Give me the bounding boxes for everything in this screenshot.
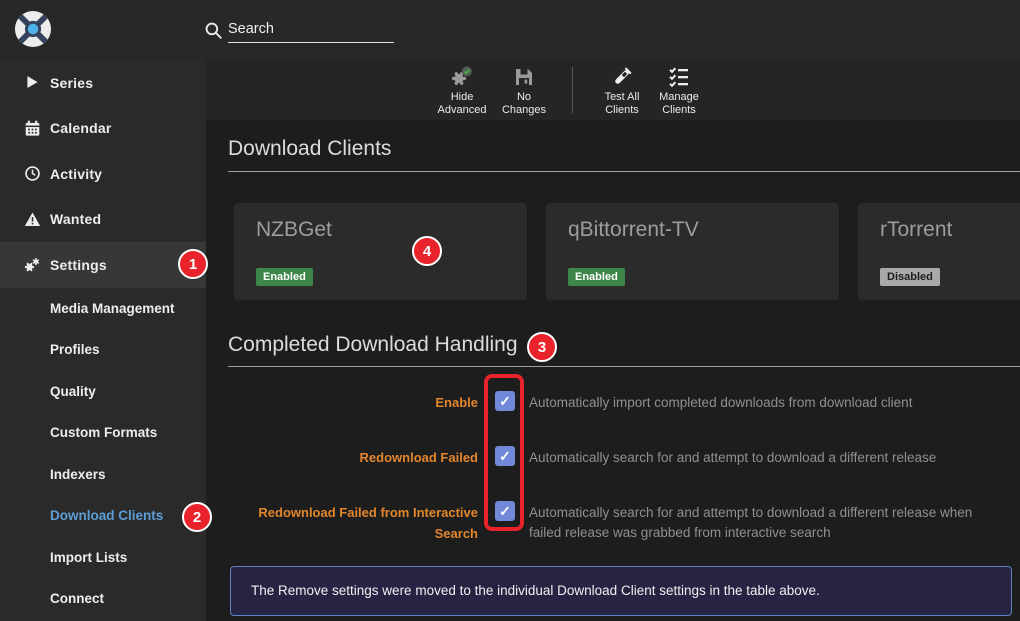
- sidebar-item-wanted[interactable]: Wanted: [0, 197, 206, 243]
- search-input[interactable]: [228, 16, 394, 43]
- redownload-failed-help-text: Automatically search for and attempt to …: [529, 448, 1007, 468]
- redownload-failed-interactive-label: Redownload Failed from Interactive Searc…: [228, 502, 478, 544]
- sidebar-item-quality[interactable]: Quality: [0, 371, 206, 413]
- status-badge: Disabled: [880, 268, 940, 286]
- calendar-icon: [24, 120, 41, 137]
- client-name: NZBGet: [256, 218, 332, 242]
- sidebar-item-connect[interactable]: Connect: [0, 578, 206, 620]
- toolbar-button-label: No: [489, 91, 559, 104]
- toolbar-button-label: Clients: [644, 104, 714, 117]
- client-card-qbittorrent-tv[interactable]: qBittorrent-TV Enabled: [546, 203, 839, 300]
- sidebar-subitem-label: Connect: [50, 591, 104, 606]
- play-icon: [24, 74, 41, 91]
- sonarr-logo-icon[interactable]: [14, 10, 52, 48]
- sidebar-subitem-label: Quality: [50, 384, 96, 399]
- sidebar-subitem-label: Indexers: [50, 467, 106, 482]
- sidebar-item-label: Settings: [50, 257, 107, 273]
- search-area: [204, 16, 404, 46]
- toolbar-button-label: Manage: [644, 91, 714, 104]
- sidebar-item-label: Activity: [50, 166, 102, 182]
- enable-label: Enable: [228, 392, 478, 413]
- app-window: Series Calendar Activity: [0, 0, 1020, 621]
- redownload-failed-interactive-help-text: Automatically search for and attempt to …: [529, 503, 1007, 543]
- main-content: Download Clients NZBGet Enabled qBittorr…: [206, 120, 1020, 621]
- manage-clients-button[interactable]: Manage Clients: [644, 65, 714, 117]
- client-name: rTorrent: [880, 218, 952, 242]
- completed-download-handling-heading: Completed Download Handling: [228, 333, 518, 357]
- clock-icon: [24, 165, 41, 182]
- info-alert-message: The Remove settings were moved to the in…: [251, 583, 820, 598]
- warning-icon: [24, 211, 41, 228]
- sidebar-item-download-clients[interactable]: Download Clients: [0, 495, 206, 537]
- hide-advanced-button[interactable]: Hide Advanced: [427, 65, 497, 117]
- form-row-redownload-failed-interactive: Redownload Failed from Interactive Searc…: [228, 495, 1020, 550]
- client-card-nzbget[interactable]: NZBGet Enabled: [234, 203, 527, 300]
- info-alert: The Remove settings were moved to the in…: [230, 566, 1012, 616]
- save-changes-button[interactable]: No Changes: [489, 65, 559, 117]
- enable-help-text: Automatically import completed downloads…: [529, 393, 1007, 413]
- sidebar-subitem-label: Download Clients: [50, 508, 163, 523]
- form-row-enable: Enable Automatically import completed do…: [228, 385, 1020, 440]
- section-divider: [228, 171, 1020, 172]
- status-badge: Enabled: [256, 268, 313, 286]
- enable-checkbox[interactable]: [495, 391, 515, 411]
- sidebar-subitem-label: Import Lists: [50, 550, 127, 565]
- download-clients-heading: Download Clients: [228, 137, 391, 161]
- sidebar-item-label: Wanted: [50, 211, 101, 227]
- gears-icon: [24, 256, 41, 273]
- form-row-redownload-failed: Redownload Failed Automatically search f…: [228, 440, 1020, 495]
- status-badge: Enabled: [568, 268, 625, 286]
- sidebar-item-calendar[interactable]: Calendar: [0, 106, 206, 152]
- sidebar-subitem-label: Media Management: [50, 301, 175, 316]
- client-card-rtorrent[interactable]: rTorrent Disabled: [858, 203, 1020, 300]
- sidebar-subitem-label: Custom Formats: [50, 425, 157, 440]
- sidebar-item-label: Series: [50, 75, 93, 91]
- sidebar-item-settings[interactable]: Settings: [0, 242, 206, 288]
- sidebar-nav: Series Calendar Activity: [0, 60, 206, 621]
- redownload-failed-interactive-checkbox[interactable]: [495, 501, 515, 521]
- redownload-failed-checkbox[interactable]: [495, 446, 515, 466]
- save-icon: [512, 65, 536, 89]
- redownload-failed-label: Redownload Failed: [228, 447, 478, 468]
- page-toolbar: Hide Advanced No Changes Test All: [206, 60, 1020, 120]
- sidebar-item-label: Calendar: [50, 120, 112, 136]
- sidebar-item-profiles[interactable]: Profiles: [0, 329, 206, 371]
- section-divider: [228, 366, 1020, 367]
- toolbar-button-label: Hide: [427, 91, 497, 104]
- test-tube-icon: [610, 65, 634, 89]
- sidebar-item-media-management[interactable]: Media Management: [0, 288, 206, 330]
- search-icon: [204, 21, 223, 40]
- toolbar-divider: [572, 67, 573, 113]
- sidebar-item-indexers[interactable]: Indexers: [0, 454, 206, 496]
- top-header-bar: [0, 0, 1020, 60]
- sidebar-item-activity[interactable]: Activity: [0, 151, 206, 197]
- checklist-icon: [667, 65, 691, 89]
- sidebar-item-series[interactable]: Series: [0, 60, 206, 106]
- toolbar-button-label: Advanced: [427, 104, 497, 117]
- sidebar-item-import-lists[interactable]: Import Lists: [0, 537, 206, 579]
- toolbar-button-label: Changes: [489, 104, 559, 117]
- advanced-toggle-icon: [450, 65, 474, 89]
- sidebar-subitem-label: Profiles: [50, 342, 100, 357]
- sidebar-item-custom-formats[interactable]: Custom Formats: [0, 412, 206, 454]
- client-name: qBittorrent-TV: [568, 218, 699, 242]
